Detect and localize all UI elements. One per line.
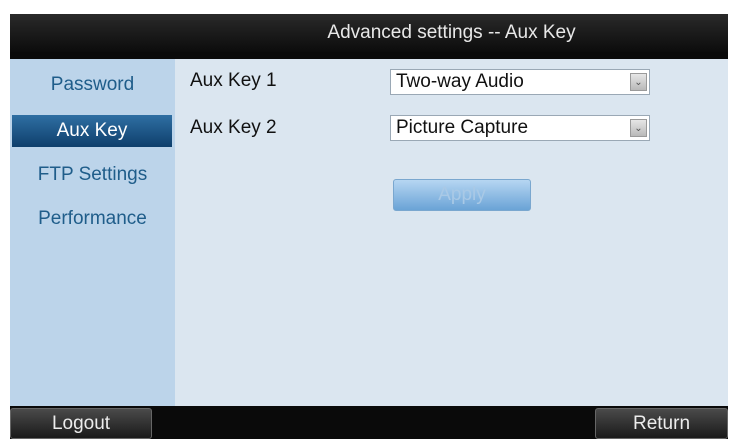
title-bar: Advanced settings -- Aux Key [10, 14, 728, 52]
aux-key-2-select[interactable]: Picture Capture ⌄ [390, 115, 650, 141]
bottom-bar: Logout Return [10, 406, 728, 439]
aux-key-1-select[interactable]: Two-way Audio ⌄ [390, 69, 650, 95]
aux-key-2-value: Picture Capture [396, 117, 529, 138]
sidebar-item-label: FTP Settings [37, 164, 148, 185]
sidebar-item-performance[interactable]: Performance [10, 203, 175, 235]
chevron-down-icon[interactable]: ⌄ [630, 119, 647, 137]
sidebar-item-label: Performance [38, 208, 147, 229]
apply-button-label: Apply [438, 184, 486, 205]
sidebar-item-label: Password [50, 74, 135, 95]
aux-key-1-value: Two-way Audio [396, 71, 524, 92]
sidebar-item-label: Aux Key [56, 120, 128, 141]
sidebar-item-aux-key[interactable]: Aux Key [12, 115, 172, 147]
settings-panel: Aux Key 1 Two-way Audio ⌄ Aux Key 2 Pict… [175, 59, 728, 406]
sidebar: Password Aux Key FTP Settings Performanc… [10, 59, 175, 406]
chevron-down-icon[interactable]: ⌄ [630, 73, 647, 91]
return-button[interactable]: Return [595, 408, 728, 439]
device-screen: Advanced settings -- Aux Key Password Au… [10, 14, 728, 439]
page-title: Advanced settings -- Aux Key [327, 22, 576, 43]
apply-button[interactable]: Apply [393, 179, 531, 211]
aux-key-2-label: Aux Key 2 [190, 117, 277, 138]
aux-key-1-label: Aux Key 1 [190, 70, 277, 91]
logout-button[interactable]: Logout [10, 408, 152, 439]
sidebar-item-ftp-settings[interactable]: FTP Settings [10, 159, 175, 191]
logout-button-label: Logout [51, 412, 111, 434]
return-button-label: Return [632, 412, 691, 434]
sidebar-item-password[interactable]: Password [10, 69, 175, 101]
